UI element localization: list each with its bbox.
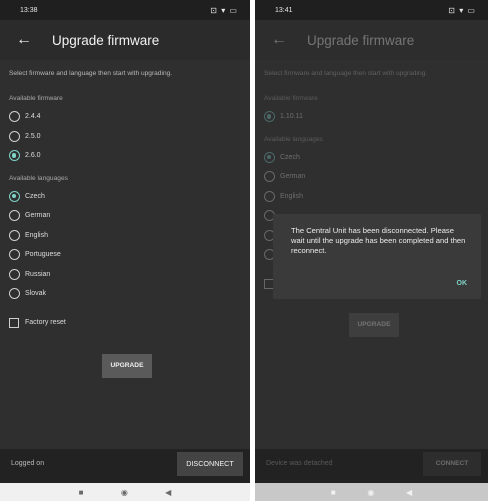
language-option-label: English xyxy=(280,192,303,200)
back-arrow-icon[interactable]: ← xyxy=(16,31,40,49)
page-title: Upgrade firmware xyxy=(307,32,415,48)
radio-icon[interactable] xyxy=(9,111,20,123)
phone-screen-right: 13:41 ⊡ ▾ ▭ ← Upgrade firmware Select fi… xyxy=(255,0,488,501)
disconnected-dialog: The Central Unit has been disconnected. … xyxy=(273,214,481,299)
language-option-label: Czech xyxy=(280,153,300,161)
radio-icon[interactable] xyxy=(9,130,20,142)
radio-checked-icon[interactable] xyxy=(9,150,20,162)
radio-icon[interactable] xyxy=(264,190,275,202)
languages-section-label: Available languages xyxy=(264,135,323,143)
status-time: 13:38 xyxy=(20,6,38,14)
dialog-ok-button[interactable]: OK xyxy=(457,280,468,287)
checkbox-icon[interactable] xyxy=(9,317,19,328)
language-option[interactable]: English xyxy=(9,226,241,246)
connection-status: Logged on xyxy=(11,460,45,467)
firmware-option-label: 2.5.0 xyxy=(25,132,41,140)
language-option[interactable]: English xyxy=(264,187,479,207)
home-icon[interactable]: ◉ xyxy=(367,488,374,497)
app-bar: ← Upgrade firmware xyxy=(255,20,488,60)
system-nav-bar: ■ ◉ ◀ xyxy=(0,483,250,501)
firmware-option[interactable]: 2.4.4 xyxy=(9,107,241,127)
language-option[interactable]: Portuguese xyxy=(9,245,241,265)
footer-bar: Logged on DISCONNECT ■ ◉ ◀ xyxy=(0,449,250,501)
phone-screen-left: 13:38 ⊡ ▾ ▭ ← Upgrade firmware Select fi… xyxy=(0,0,250,501)
firmware-option[interactable]: 2.5.0 xyxy=(9,127,241,147)
language-radio-group: Czech German English Portuguese Russian … xyxy=(9,187,241,304)
recent-apps-icon[interactable]: ■ xyxy=(331,488,336,497)
page-title: Upgrade firmware xyxy=(52,32,160,48)
home-icon[interactable]: ◉ xyxy=(121,488,128,497)
radio-checked-icon[interactable] xyxy=(9,190,20,202)
language-option[interactable]: Russian xyxy=(9,265,241,285)
status-time: 13:41 xyxy=(275,6,293,14)
main-content: Select firmware and language then start … xyxy=(0,60,250,449)
radio-icon[interactable] xyxy=(9,210,20,222)
status-bar: 13:41 ⊡ ▾ ▭ xyxy=(255,0,488,20)
radio-checked-icon[interactable] xyxy=(264,151,275,163)
intro-text: Select firmware and language then start … xyxy=(264,70,428,77)
radio-icon[interactable] xyxy=(9,288,20,300)
dialog-message: The Central Unit has been disconnected. … xyxy=(291,226,466,255)
status-bar: 13:38 ⊡ ▾ ▭ xyxy=(0,0,250,20)
language-option-label: Slovak xyxy=(25,290,47,298)
system-nav-bar: ■ ◉ ◀ xyxy=(255,483,488,501)
language-option-label: Portuguese xyxy=(25,251,61,259)
recent-apps-icon[interactable]: ■ xyxy=(79,488,84,497)
back-arrow-icon[interactable]: ← xyxy=(271,31,295,49)
firmware-section-label: Available firmware xyxy=(9,95,63,102)
nav-back-icon[interactable]: ◀ xyxy=(165,488,171,497)
connection-status: Device was detached xyxy=(266,460,333,467)
upgrade-button[interactable]: UPGRADE xyxy=(349,313,399,337)
firmware-option-label: 2.6.0 xyxy=(25,152,41,160)
intro-text: Select firmware and language then start … xyxy=(9,70,173,77)
languages-section-label: Available languages xyxy=(9,174,68,182)
upgrade-button[interactable]: UPGRADE xyxy=(102,354,152,378)
firmware-option-label: 2.4.4 xyxy=(25,113,41,121)
status-icons: ⊡ ▾ ▭ xyxy=(448,5,476,15)
radio-icon[interactable] xyxy=(9,268,20,280)
language-option[interactable]: Slovak xyxy=(9,284,241,304)
factory-reset-option[interactable]: Factory reset xyxy=(9,313,241,333)
firmware-option[interactable]: 1.10.11 xyxy=(264,107,479,127)
language-option[interactable]: German xyxy=(264,167,479,187)
language-option[interactable]: Czech xyxy=(9,187,241,207)
app-bar: ← Upgrade firmware xyxy=(0,20,250,60)
firmware-option[interactable]: 2.6.0 xyxy=(9,146,241,166)
language-option-label: English xyxy=(25,231,48,239)
disconnect-button[interactable]: DISCONNECT xyxy=(177,452,243,476)
radio-icon[interactable] xyxy=(9,229,20,241)
language-option-label: Czech xyxy=(25,192,45,200)
language-option-label: German xyxy=(280,173,306,181)
language-option-label: German xyxy=(25,212,51,220)
language-option-label: Russian xyxy=(25,270,51,278)
connect-button[interactable]: CONNECT xyxy=(423,452,481,476)
radio-icon[interactable] xyxy=(9,249,20,261)
firmware-section-label: Available firmware xyxy=(264,95,318,102)
status-icons: ⊡ ▾ ▭ xyxy=(210,5,238,15)
footer-bar: Device was detached CONNECT ■ ◉ ◀ xyxy=(255,449,488,501)
firmware-option-label: 1.10.11 xyxy=(280,113,303,121)
nav-back-icon[interactable]: ◀ xyxy=(406,488,412,497)
language-option[interactable]: Czech xyxy=(264,148,479,168)
factory-reset-label: Factory reset xyxy=(25,319,66,326)
firmware-radio-group: 2.4.4 2.5.0 2.6.0 xyxy=(9,107,241,166)
radio-checked-icon[interactable] xyxy=(264,111,275,123)
radio-icon[interactable] xyxy=(264,171,275,183)
language-option[interactable]: German xyxy=(9,206,241,226)
